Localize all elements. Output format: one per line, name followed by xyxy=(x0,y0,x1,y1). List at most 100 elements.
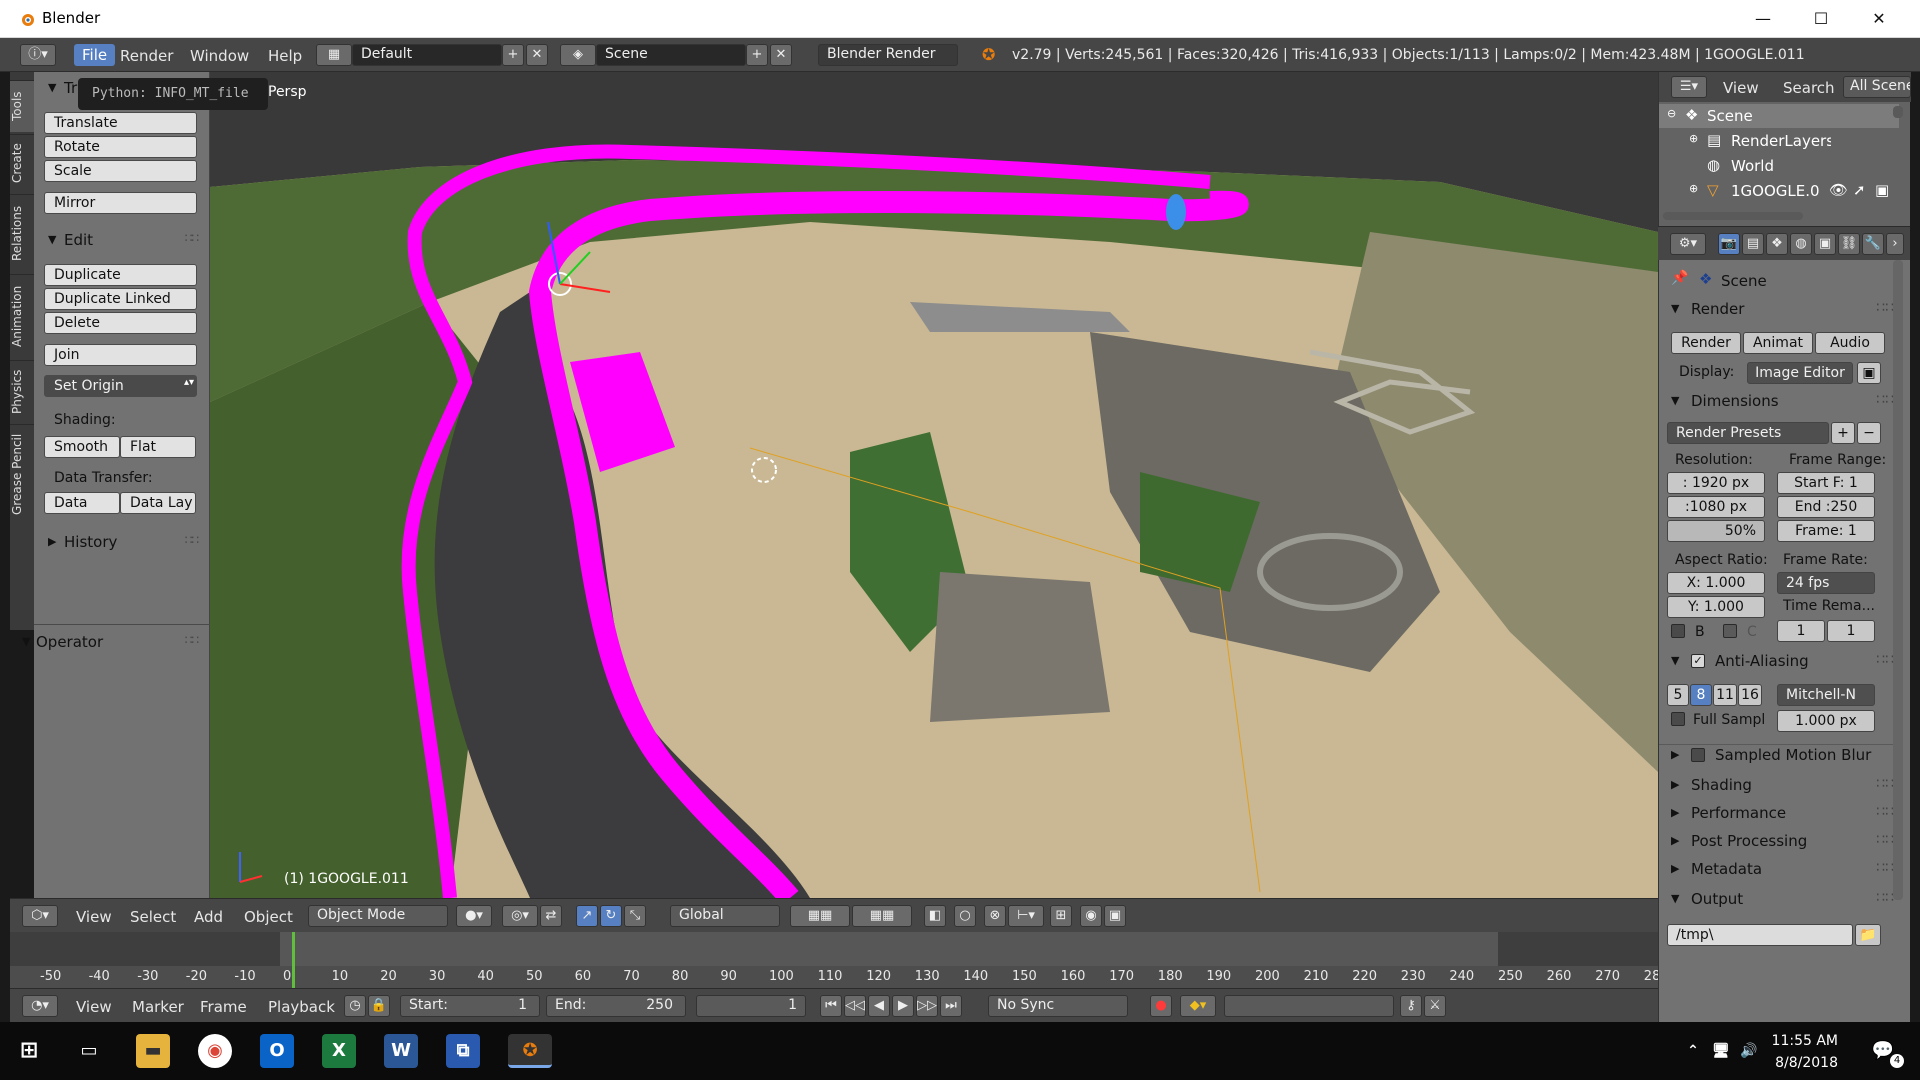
aspect-y-field[interactable]: Y: 1.000 xyxy=(1667,596,1765,618)
panel-grip-icon[interactable]: ∷∷ xyxy=(1876,392,1894,408)
scale-button[interactable]: Scale xyxy=(44,160,197,182)
world-context-icon[interactable]: ◍ xyxy=(1790,233,1812,255)
editor-type-outliner-icon[interactable]: ☰▾ xyxy=(1671,76,1707,98)
proportional-edit-icon[interactable]: ○ xyxy=(954,905,976,927)
visibility-eye-icon[interactable]: 👁 xyxy=(1829,181,1848,199)
chrome-icon[interactable]: ◉ xyxy=(198,1034,232,1068)
operator-panel-header[interactable]: ▼ Operator ∷∷ xyxy=(22,630,210,656)
set-origin-dropdown[interactable]: Set Origin xyxy=(44,375,197,397)
panel-grip-icon[interactable]: ∷∷ xyxy=(1876,804,1894,820)
display-mode-select[interactable]: All Scenes xyxy=(1843,76,1911,98)
rotate-button[interactable]: Rotate xyxy=(44,136,197,158)
panel-grip-icon[interactable]: ∷∷ xyxy=(1876,300,1894,316)
collapsed-triangle-icon[interactable]: ▶ xyxy=(1671,834,1679,847)
editor-type-info-icon[interactable]: ⓘ▾ xyxy=(20,44,56,66)
snap-target-icon[interactable]: ⊞ xyxy=(1050,905,1072,927)
close-button[interactable]: ✕ xyxy=(1856,4,1902,34)
minimize-button[interactable]: — xyxy=(1740,4,1786,34)
screen-layout-icon[interactable]: ▦ xyxy=(316,44,352,66)
render-layers-context-icon[interactable]: ▤ xyxy=(1742,233,1764,255)
menu-view[interactable]: View xyxy=(76,998,112,1016)
motion-blur-checkbox[interactable] xyxy=(1691,748,1705,762)
object-context-icon[interactable]: ▣ xyxy=(1814,233,1836,255)
tab-create[interactable]: Create xyxy=(10,134,34,192)
performance-panel-title[interactable]: Performance xyxy=(1691,804,1786,822)
panel-grip-icon[interactable]: ∷∷ xyxy=(185,533,199,547)
folder-browse-icon[interactable]: 📁 xyxy=(1855,924,1881,946)
current-frame-indicator[interactable] xyxy=(292,932,295,988)
collapse-icon[interactable]: ⊖ xyxy=(1667,107,1676,120)
opengl-render-icon[interactable]: ◉ xyxy=(1080,905,1102,927)
menu-add[interactable]: Add xyxy=(194,908,223,926)
jump-start-icon[interactable]: ⏮ xyxy=(820,995,842,1017)
jump-keyframe-back-icon[interactable]: ◁◁ xyxy=(844,995,866,1017)
menu-frame[interactable]: Frame xyxy=(200,998,247,1016)
transform-orientation-select[interactable]: Global xyxy=(670,905,780,927)
duplicate-linked-button[interactable]: Duplicate Linked xyxy=(44,288,197,310)
time-remap-old-field[interactable]: 1 xyxy=(1777,620,1825,642)
remove-layout-icon[interactable]: ✕ xyxy=(526,44,548,66)
dimensions-panel-title[interactable]: Dimensions xyxy=(1691,392,1779,410)
start-frame-field[interactable]: Start F: 1 xyxy=(1777,472,1875,494)
add-layout-icon[interactable]: + xyxy=(502,44,524,66)
outliner-row-renderlayers[interactable]: ⊕ ▤ RenderLayers xyxy=(1659,129,1899,153)
menu-view[interactable]: View xyxy=(76,908,112,926)
scene-selector-icon[interactable]: ◈ xyxy=(560,44,596,66)
data-transfer-button[interactable]: Data xyxy=(44,492,120,514)
smooth-button[interactable]: Smooth xyxy=(44,436,120,458)
time-remap-new-field[interactable]: 1 xyxy=(1827,620,1875,642)
end-frame-field[interactable]: End :250 xyxy=(1777,496,1875,518)
collapsed-triangle-icon[interactable]: ▶ xyxy=(1671,748,1679,761)
expanded-triangle-icon[interactable]: ▼ xyxy=(1671,302,1679,315)
duplicate-button[interactable]: Duplicate xyxy=(44,264,197,286)
scene-context-icon[interactable]: ❖ xyxy=(1766,233,1788,255)
expanded-triangle-icon[interactable]: ▼ xyxy=(1671,892,1679,905)
menu-select[interactable]: Select xyxy=(130,908,176,926)
render-panel-title[interactable]: Render xyxy=(1691,300,1744,318)
current-frame-field[interactable]: 1 xyxy=(696,995,806,1017)
tab-relations[interactable]: Relations xyxy=(10,194,34,272)
selectability-cursor-icon[interactable]: ➚ xyxy=(1853,181,1866,199)
history-panel-header[interactable]: ▶ History ∷∷ xyxy=(34,530,210,556)
jump-keyframe-forward-icon[interactable]: ▷▷ xyxy=(916,995,938,1017)
keying-set-icon[interactable]: ◆▾ xyxy=(1180,995,1216,1017)
filter-size-field[interactable]: 1.000 px xyxy=(1777,710,1875,732)
aa-samples-11-button[interactable]: 11 xyxy=(1713,684,1737,706)
menu-object[interactable]: Object xyxy=(244,908,293,926)
translate-button[interactable]: Translate xyxy=(44,112,197,134)
insert-keyframe-icon[interactable]: ⚷ xyxy=(1400,995,1422,1017)
menu-playback[interactable]: Playback xyxy=(268,998,335,1016)
task-view-icon[interactable]: ▭ xyxy=(72,1034,106,1068)
aa-samples-5-button[interactable]: 5 xyxy=(1667,684,1689,706)
record-keyframe-icon[interactable]: ● xyxy=(1150,995,1172,1017)
scene-field[interactable]: Scene xyxy=(596,44,746,66)
aspect-x-field[interactable]: X: 1.000 xyxy=(1667,572,1765,594)
menu-render[interactable]: Render xyxy=(120,47,173,65)
collapsed-triangle-icon[interactable]: ▶ xyxy=(1671,806,1679,819)
scale-manipulator-icon[interactable]: ⤡ xyxy=(624,905,646,927)
render-animation-button[interactable]: Animat xyxy=(1743,332,1813,354)
file-explorer-icon[interactable]: ▬ xyxy=(136,1034,170,1068)
display-mode-select[interactable]: Image Editor xyxy=(1747,362,1853,384)
outliner-vertical-scrollbar[interactable] xyxy=(1893,106,1903,118)
preview-range-icon[interactable]: ◷ xyxy=(344,995,366,1017)
add-scene-icon[interactable]: + xyxy=(746,44,768,66)
resolution-y-field[interactable]: :1080 px xyxy=(1667,496,1765,518)
windows-start-icon[interactable]: ⊞ xyxy=(12,1034,46,1068)
play-icon[interactable]: ▶ xyxy=(892,995,914,1017)
anti-aliasing-checkbox[interactable]: ✓ xyxy=(1691,654,1705,668)
properties-scrollbar[interactable] xyxy=(1893,260,1903,900)
pivot-point-icon[interactable]: ◎▾ xyxy=(502,905,538,927)
outlook-icon[interactable]: O xyxy=(260,1034,294,1068)
snap-toggle-icon[interactable]: ⊗ xyxy=(984,905,1006,927)
aa-filter-select[interactable]: Mitchell-N xyxy=(1777,684,1875,706)
panel-grip-icon[interactable]: ∷∷ xyxy=(1876,860,1894,876)
outliner-horizontal-scrollbar[interactable] xyxy=(1663,212,1803,220)
anti-aliasing-panel-title[interactable]: Anti-Aliasing xyxy=(1715,652,1809,670)
panel-grip-icon[interactable]: ∷∷ xyxy=(1876,832,1894,848)
join-button[interactable]: Join xyxy=(44,344,197,366)
render-audio-button[interactable]: Audio xyxy=(1815,332,1885,354)
render-presets-select[interactable]: Render Presets xyxy=(1667,422,1829,444)
delete-button[interactable]: Delete xyxy=(44,312,197,334)
editor-type-3dview-icon[interactable]: ⬡▾ xyxy=(22,905,58,927)
